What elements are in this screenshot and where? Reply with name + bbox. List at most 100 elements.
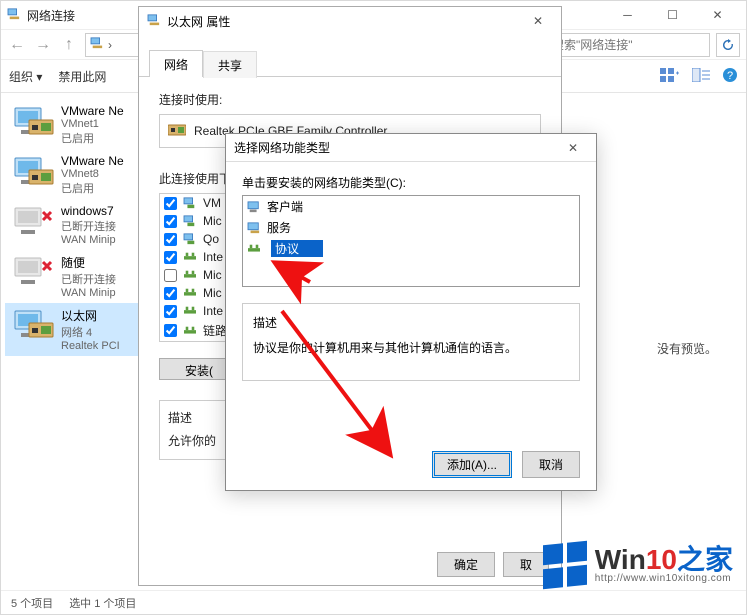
windows-logo-icon [543,541,587,590]
list-item-service[interactable]: 服务 [243,217,579,238]
protocol-label: 链路 [203,322,227,339]
brand-suffix: 之家 [677,544,733,575]
adapter-icon [13,307,55,343]
protocol-icon [183,325,197,337]
disable-device-menu[interactable]: 禁用此网 [58,68,106,85]
prompt-label: 单击要安装的网络功能类型(C): [242,174,580,191]
protocol-icon [183,251,197,263]
watermark: Win10之家 http://www.win10xitong.com [543,543,733,587]
help-icon[interactable]: ? [722,67,738,86]
up-icon[interactable]: ↑ [59,35,79,55]
item-label: 客户端 [267,198,303,215]
protocol-icon [183,305,197,317]
adapter-icon [13,104,55,140]
view-details-icon[interactable] [692,68,710,85]
dialog-title: 选择网络功能类型 [234,139,330,156]
list-item-client[interactable]: 客户端 [243,196,579,217]
brand-url: http://www.win10xitong.com [595,574,733,584]
protocol-checkbox[interactable] [164,305,177,318]
list-item-protocol[interactable]: 协议 [243,238,579,259]
organize-menu[interactable]: 组织 ▾ [9,68,42,85]
item-sub: 已断开连接 [61,271,116,287]
list-item[interactable]: VMware Ne VMnet8 已启用 [5,150,147,200]
description-text: 协议是你的计算机用来与其他计算机通信的语言。 [253,339,569,356]
view-grid-icon[interactable] [660,68,680,85]
tab-strip: 网络 共享 [139,49,561,77]
protocol-checkbox[interactable] [164,269,177,282]
item-name: VMware Ne [61,104,124,118]
adapter-icon [168,123,186,140]
list-item[interactable]: 随便 已断开连接 WAN Minip [5,250,147,303]
select-feature-type-dialog: 选择网络功能类型 ✕ 单击要安装的网络功能类型(C): 客户端 服务 协议 描述… [225,133,597,491]
close-button[interactable]: ✕ [695,1,740,29]
client-icon [247,201,261,213]
item-sub: 已断开连接 [61,218,116,234]
protocol-label: Mic [203,286,222,300]
close-icon[interactable]: ✕ [558,141,588,155]
close-icon[interactable]: ✕ [523,14,553,28]
search-input[interactable] [545,33,710,57]
item-name: VMware Ne [61,154,124,168]
list-item[interactable]: windows7 已断开连接 WAN Minip [5,200,147,250]
protocol-icon [247,243,261,255]
adapter-icon [13,254,55,290]
protocol-checkbox[interactable] [164,251,177,264]
cancel-button[interactable]: 取消 [522,451,580,478]
item-label: 服务 [267,219,291,236]
protocol-icon [183,287,197,299]
brand-prefix: Win [595,544,646,575]
dialog-titlebar: 选择网络功能类型 ✕ [226,134,596,162]
refresh-button[interactable] [716,33,740,57]
add-button-label: 添加(A)... [447,458,497,472]
back-icon[interactable]: ← [7,35,27,55]
ok-button[interactable]: 确定 [437,552,495,577]
item-status: Realtek PCI [61,340,120,352]
item-status: 已启用 [61,180,124,196]
protocol-checkbox[interactable] [164,287,177,300]
svg-text:?: ? [727,70,733,82]
explorer-status-bar: 5 个项目 选中 1 个项目 [1,590,746,614]
item-status: 已启用 [61,130,124,146]
protocol-icon [183,269,197,281]
network-icon [147,14,161,29]
feature-type-list[interactable]: 客户端 服务 协议 [242,195,580,287]
protocol-checkbox[interactable] [164,324,177,337]
connect-using-label: 连接时使用: [159,91,541,108]
tab-sharing[interactable]: 共享 [203,51,257,78]
explorer-title: 网络连接 [27,7,75,24]
protocol-icon [183,197,197,209]
add-button[interactable]: 添加(A)... [432,451,512,478]
protocol-label: Qo [203,232,219,246]
service-icon [247,222,261,234]
minimize-button[interactable]: ─ [605,1,650,29]
list-item-selected[interactable]: 以太网 网络 4 Realtek PCI [5,303,147,356]
maximize-button[interactable]: ☐ [650,1,695,29]
item-label: 协议 [271,240,323,257]
item-sub: VMnet1 [61,118,124,130]
protocol-label: Inte [203,304,223,318]
brand-number: 10 [646,544,677,575]
network-icon [90,37,104,52]
protocol-label: Mic [203,268,222,282]
protocol-checkbox[interactable] [164,233,177,246]
item-name: 以太网 [61,307,120,324]
protocol-checkbox[interactable] [164,215,177,228]
description-header: 描述 [253,314,569,331]
adapter-icon [13,204,55,240]
tab-network[interactable]: 网络 [149,50,203,77]
dialog-titlebar: 以太网 属性 ✕ [139,7,561,35]
forward-icon[interactable]: → [33,35,53,55]
status-selected-count: 选中 1 个项目 [69,595,136,610]
no-preview-label: 没有预览。 [657,340,717,357]
chevron-right-icon: › [108,38,112,52]
network-icon [7,8,21,23]
protocol-label: VM [203,196,221,210]
list-item[interactable]: VMware Ne VMnet1 已启用 [5,100,147,150]
item-status: WAN Minip [61,234,116,246]
adapter-icon [13,154,55,190]
protocol-icon [183,233,197,245]
description-box: 描述 协议是你的计算机用来与其他计算机通信的语言。 [242,303,580,381]
protocol-checkbox[interactable] [164,197,177,210]
item-status: WAN Minip [61,287,116,299]
item-name: windows7 [61,204,116,218]
